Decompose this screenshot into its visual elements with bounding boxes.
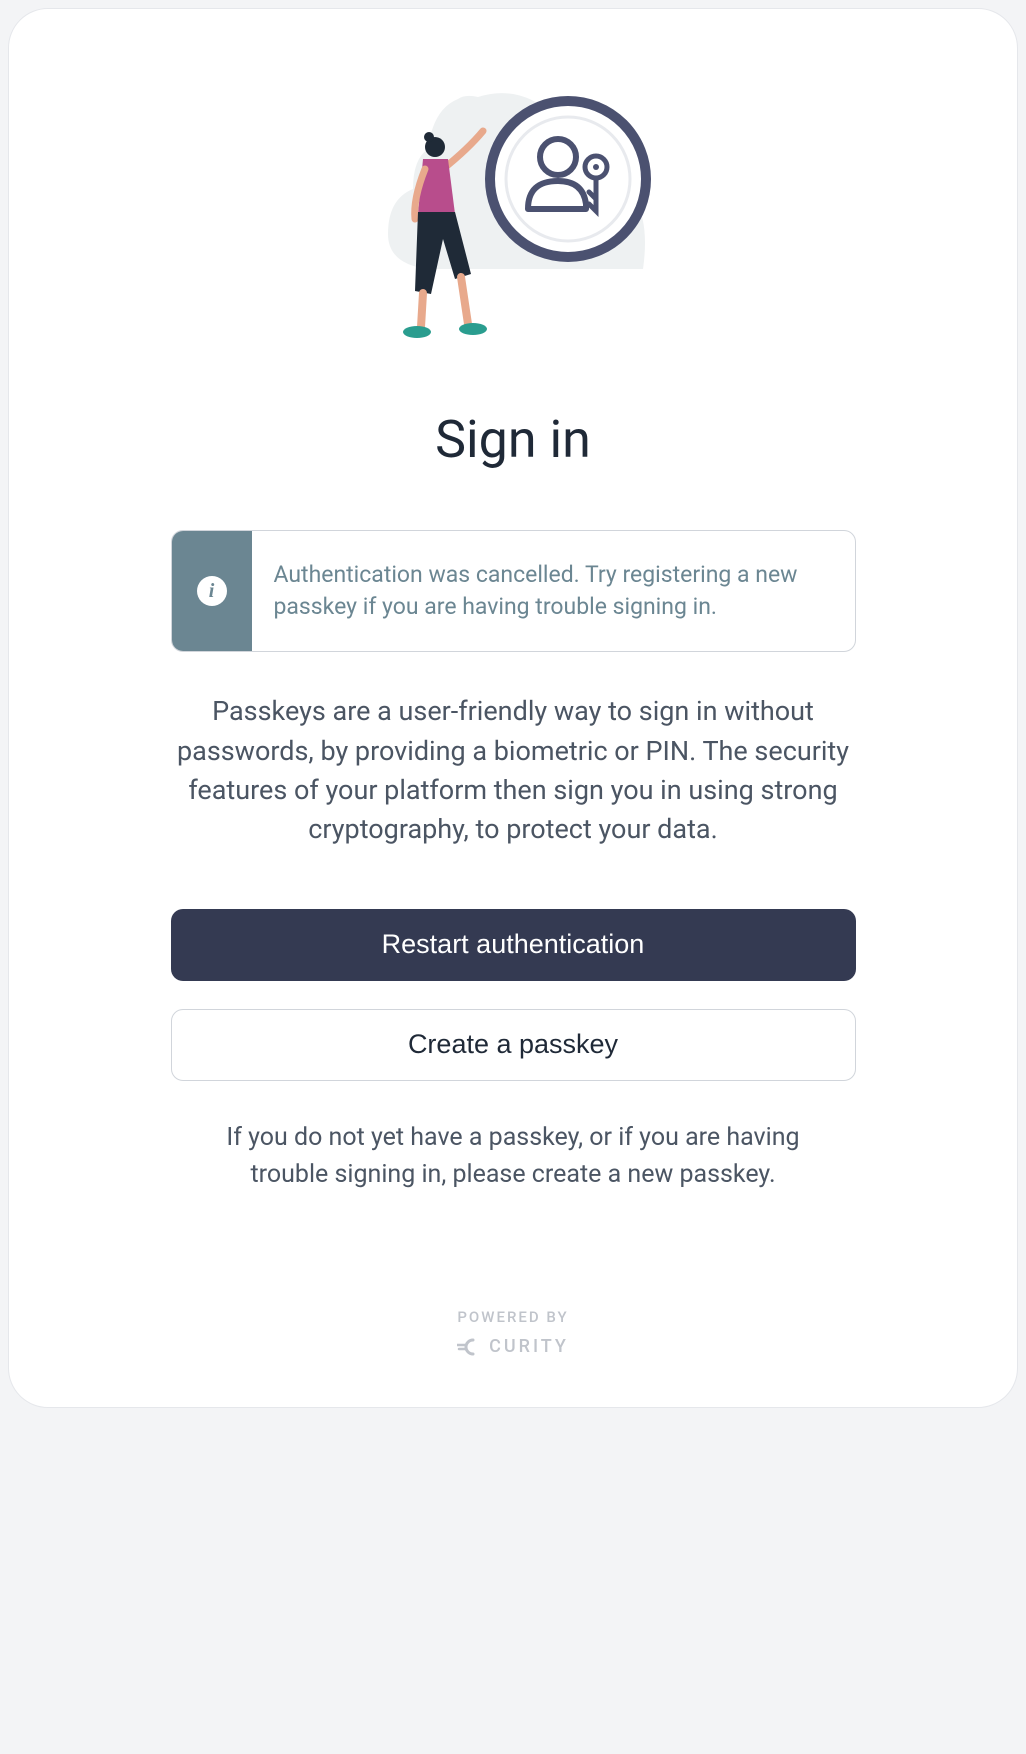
helper-text: If you do not yet have a passkey, or if …: [193, 1119, 833, 1194]
footer: POWERED BY CURITY: [457, 1208, 569, 1357]
info-alert: i Authentication was cancelled. Try regi…: [171, 530, 856, 652]
brand-name: CURITY: [489, 1336, 569, 1357]
create-passkey-button[interactable]: Create a passkey: [171, 1009, 856, 1081]
restart-authentication-button[interactable]: Restart authentication: [171, 909, 856, 981]
page-title: Sign in: [435, 409, 591, 470]
passkey-illustration: [373, 79, 653, 339]
curity-logo-icon: [457, 1338, 481, 1356]
auth-card: Sign in i Authentication was cancelled. …: [8, 8, 1018, 1408]
alert-message: Authentication was cancelled. Try regist…: [252, 531, 855, 651]
powered-by-label: POWERED BY: [457, 1308, 568, 1326]
info-icon: i: [197, 576, 227, 606]
passkey-description: Passkeys are a user-friendly way to sign…: [143, 692, 883, 849]
brand: CURITY: [457, 1336, 569, 1357]
create-passkey-label: Create a passkey: [408, 1029, 618, 1060]
info-icon-wrap: i: [172, 531, 252, 651]
restart-button-label: Restart authentication: [382, 929, 645, 960]
